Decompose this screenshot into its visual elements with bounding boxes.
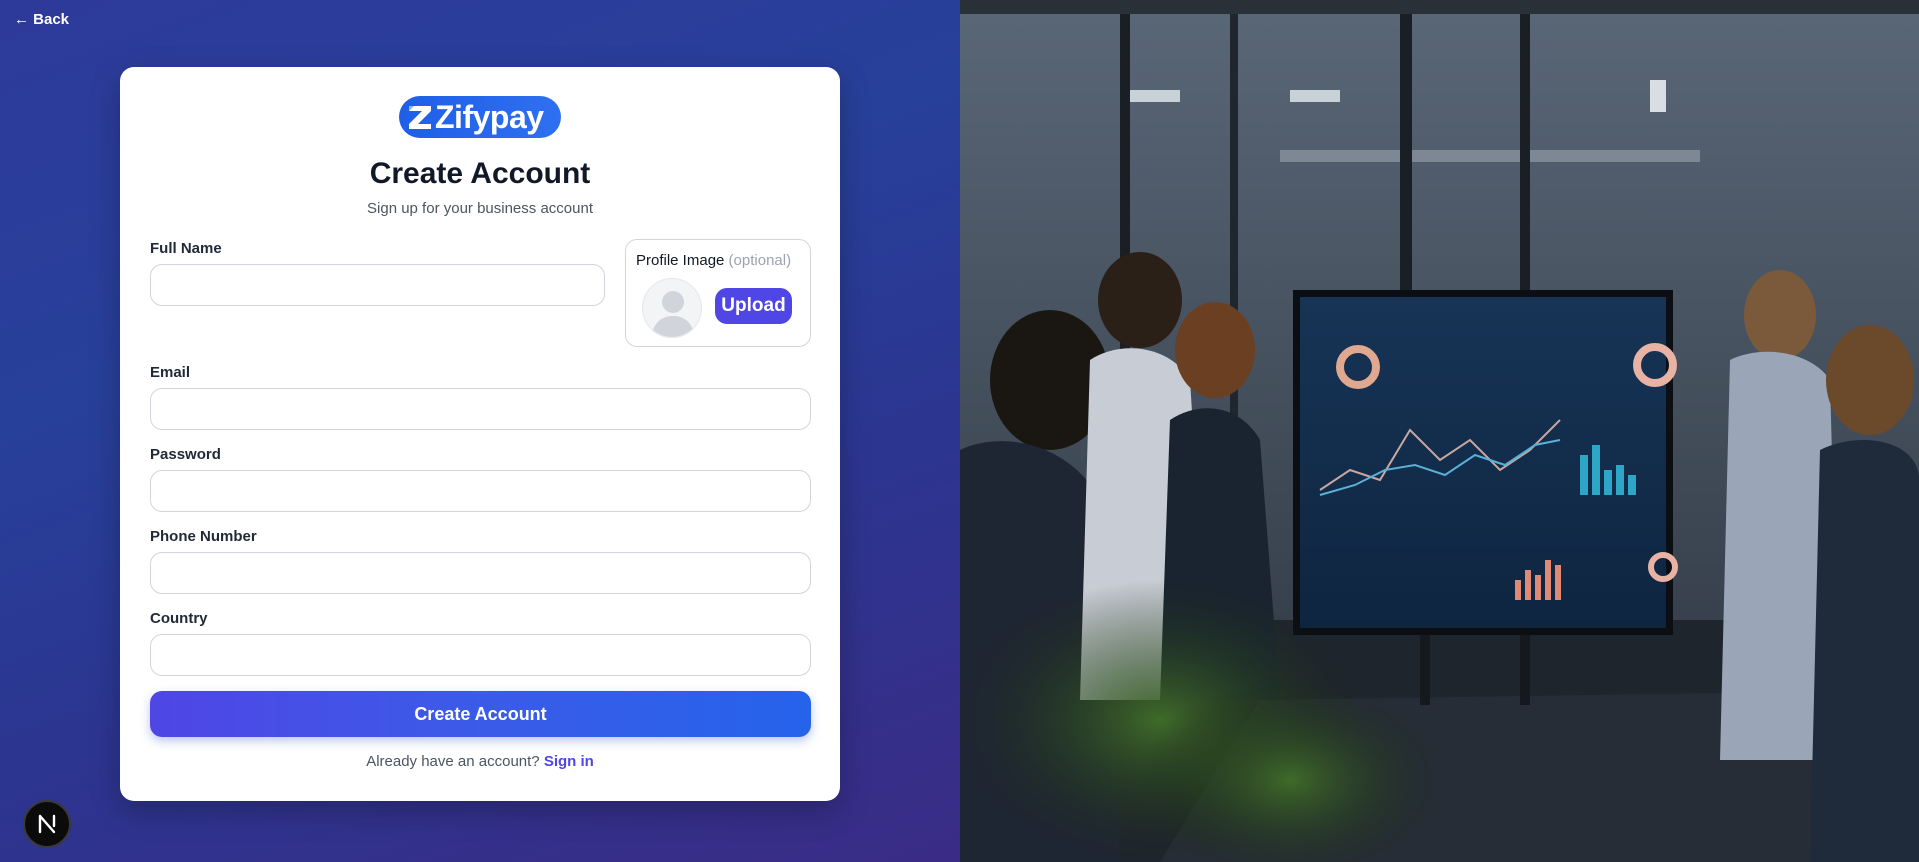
signin-row: Already have an account? Sign in xyxy=(120,753,840,770)
page-title: Create Account xyxy=(369,157,591,190)
avatar-placeholder-icon xyxy=(642,278,702,338)
signin-link[interactable]: Sign in xyxy=(544,753,594,770)
brand-logo: Zifypay xyxy=(399,96,561,138)
email-label: Email xyxy=(150,364,191,381)
back-link[interactable]: ← Back xyxy=(14,11,69,28)
password-input[interactable] xyxy=(150,470,811,512)
email-input[interactable] xyxy=(150,388,811,430)
hero-photo xyxy=(960,0,1919,862)
zifypay-logo-icon xyxy=(405,100,435,134)
full-name-input[interactable] xyxy=(150,264,605,306)
phone-label: Phone Number xyxy=(150,528,257,545)
profile-image-label: Profile Image (optional) xyxy=(636,252,791,269)
signin-prompt: Already have an account? xyxy=(366,753,540,770)
create-account-button[interactable]: Create Account xyxy=(150,691,811,737)
signup-pane: ← Back Zifypay Create Account Sign up fo… xyxy=(0,0,960,862)
country-label: Country xyxy=(150,610,208,627)
dev-tools-badge[interactable] xyxy=(23,800,71,848)
profile-image-optional: (optional) xyxy=(728,252,792,269)
profile-image-box: Profile Image (optional) Upload xyxy=(625,239,811,347)
signup-card: Zifypay Create Account Sign up for your … xyxy=(120,67,840,801)
office-meeting-image xyxy=(960,0,1919,862)
profile-image-title: Profile Image xyxy=(636,252,725,269)
n-logo-icon xyxy=(38,814,56,834)
brand-name: Zifypay xyxy=(435,99,544,135)
phone-input[interactable] xyxy=(150,552,811,594)
upload-button[interactable]: Upload xyxy=(715,288,792,324)
page-subtitle: Sign up for your business account xyxy=(367,200,593,217)
full-name-label: Full Name xyxy=(150,240,222,257)
country-input[interactable] xyxy=(150,634,811,676)
password-label: Password xyxy=(150,446,221,463)
